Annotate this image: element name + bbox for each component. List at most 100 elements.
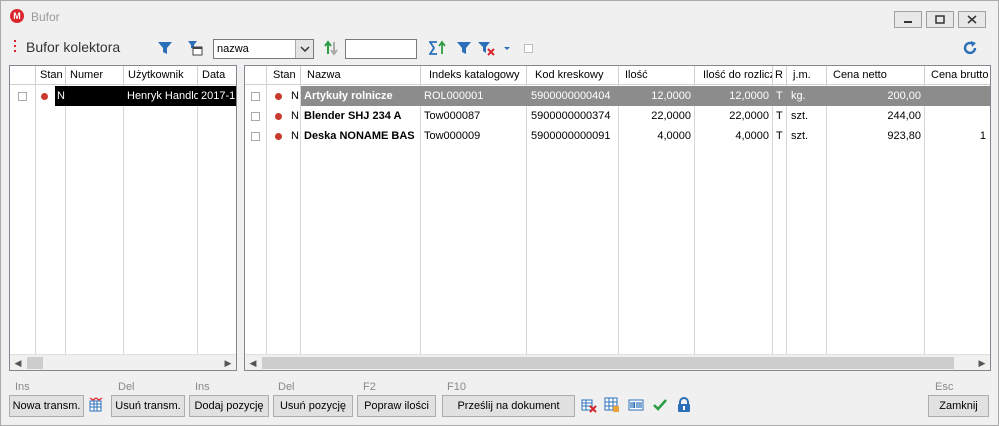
cell-r: T [776,110,783,122]
shortcut-hint: Del [278,381,295,393]
search-input[interactable] [345,39,417,59]
scroll-thumb[interactable] [262,357,954,369]
close-icon [967,15,977,24]
cell-indeks: Tow000087 [424,110,481,122]
chevron-down-icon[interactable] [503,40,511,56]
sort-icon[interactable] [323,40,339,56]
cell-jm: szt. [791,110,809,122]
cell-kod: 5900000000374 [531,110,611,122]
table-row[interactable]: N Deska NONAME BAS Tow000009 59000000000… [245,126,990,146]
scroll-thumb[interactable] [27,357,43,369]
row-checkbox[interactable] [251,132,260,141]
header-uzytkownik[interactable]: Użytkownik [124,66,198,85]
cell-nazwa: Blender SHJ 234 A [304,110,402,122]
scroll-right-icon[interactable]: ▶ [220,355,236,370]
header-cena-netto[interactable]: Cena netto [827,66,925,85]
status-dot-icon [41,93,48,100]
cell-kod: 5900000000404 [527,86,619,106]
cell-ilosc: 4,0000 [657,130,691,142]
header-r[interactable]: R [773,66,787,85]
filter-icon[interactable] [157,40,173,56]
delete-item-button[interactable]: Usuń pozycję [273,395,353,417]
delete-transmission-button[interactable]: Usuń transm. [111,395,185,417]
items-grid: Stan Nazwa Indeks katalogowy Kod kreskow… [244,65,991,371]
header-numer[interactable]: Numer [66,66,124,85]
app-logo-icon: M [10,9,24,23]
shortcut-hint: Del [118,381,135,393]
header-ilosc-do-rozliczenia[interactable]: Ilość do rozlicz [695,66,773,85]
cell-jm: szt. [791,130,809,142]
cell-jm: kg. [787,86,827,106]
delete-grid-icon[interactable] [581,397,597,413]
window-title: Bufor [31,10,60,24]
header-stan[interactable]: Stan [36,66,66,85]
minimize-button[interactable] [894,11,922,28]
cell-cena-brutto [925,86,990,106]
cell-indeks: ROL000001 [421,86,527,106]
row-checkbox[interactable] [251,112,260,121]
table-row[interactable]: N Henryk Handlo 2017-1 [10,86,236,106]
cell-cena-brutto: 1 [979,130,986,142]
shortcut-hint: F10 [447,381,466,393]
fix-quantity-button[interactable]: Popraw ilości [357,395,436,417]
shortcut-hint: Ins [195,381,210,393]
chevron-down-icon[interactable] [295,40,313,58]
cell-stan: N [291,90,299,102]
shortcut-hint: Ins [15,381,30,393]
refresh-icon[interactable] [962,40,978,56]
shortcut-hint: F2 [363,381,376,393]
row-checkbox[interactable] [251,92,260,101]
horizontal-scrollbar[interactable]: ◀ ▶ [10,354,236,370]
cell-cena-brutto [925,106,990,126]
check-icon[interactable] [652,397,668,413]
cell-numer [66,86,124,106]
header-indeks-katalogowy[interactable]: Indeks katalogowy [421,66,527,85]
header-stan[interactable]: Stan [267,66,301,85]
cell-indeks: Tow000009 [424,130,481,142]
close-button[interactable]: Zamknij [928,395,989,417]
cell-nazwa: Deska NONAME BAS [304,130,415,142]
horizontal-scrollbar[interactable]: ◀ ▶ [245,354,990,370]
cell-ilosc: 12,0000 [619,86,695,106]
bufor-window: M Bufor Bufor kolektora nazwa Stan Numer… [0,0,999,426]
clear-filter-icon[interactable] [477,40,497,56]
send-to-document-button[interactable]: Prześlij na dokument [442,395,575,417]
header-select-column[interactable] [245,66,267,85]
close-window-button[interactable] [958,11,986,28]
status-dot-icon [275,93,282,100]
cell-cena-netto: 244,00 [887,110,921,122]
header-kod-kreskowy[interactable]: Kod kreskowy [527,66,619,85]
cell-kod: 5900000000091 [531,130,611,142]
header-nazwa[interactable]: Nazwa [301,66,421,85]
header-select-column[interactable] [10,66,36,85]
sum-sort-icon[interactable] [429,40,447,56]
header-jm[interactable]: j.m. [787,66,827,85]
row-checkbox[interactable] [18,92,27,101]
toolbar-checkbox[interactable] [524,44,533,53]
table-row[interactable]: N Blender SHJ 234 A Tow000087 5900000000… [245,106,990,126]
grid-settings-icon[interactable] [89,397,105,413]
scroll-right-icon[interactable]: ▶ [974,355,990,370]
table-row[interactable]: N Artykuły rolnicze ROL000001 5900000000… [245,86,990,106]
cell-stan: N [291,110,299,122]
header-cena-brutto[interactable]: Cena brutto [925,66,990,85]
restore-button[interactable] [926,11,954,28]
add-item-button[interactable]: Dodaj pozycję [189,395,269,417]
cell-r: T [776,130,783,142]
header-data[interactable]: Data [198,66,236,85]
calendar-filter-icon[interactable] [187,40,203,56]
cell-uzytkownik: Henryk Handlo [124,86,198,106]
scroll-left-icon[interactable]: ◀ [245,355,261,370]
toolbar-grip [14,40,17,54]
restore-icon [935,15,945,24]
barcode-icon[interactable] [628,397,644,413]
new-transmission-button[interactable]: Nowa transm. [9,395,84,417]
lock-icon[interactable] [676,397,692,413]
scroll-left-icon[interactable]: ◀ [10,355,26,370]
sort-field-select[interactable]: nazwa [213,39,314,59]
edit-grid-icon[interactable] [604,397,620,413]
sort-field-value: nazwa [217,43,249,55]
filter-icon[interactable] [456,40,472,56]
status-dot-icon [275,113,282,120]
header-ilosc[interactable]: Ilość [619,66,695,85]
